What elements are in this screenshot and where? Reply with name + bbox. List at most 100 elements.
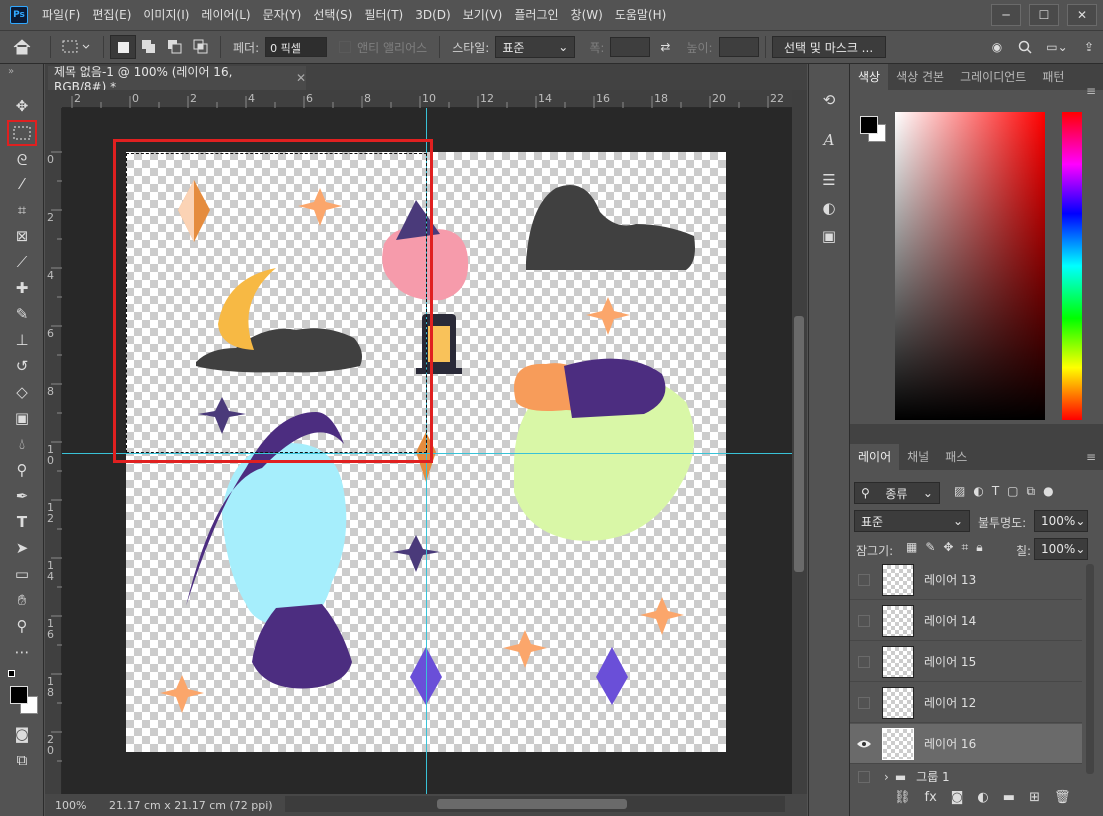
fx-icon[interactable]: fx bbox=[925, 790, 937, 805]
fill-input[interactable]: 100% ⌄ bbox=[1034, 538, 1088, 560]
layer-row[interactable]: 레이어 15 bbox=[850, 642, 1082, 682]
move-tool-icon[interactable]: ✥ bbox=[8, 94, 36, 118]
delete-layer-icon[interactable]: 🗑︎ bbox=[1054, 790, 1071, 805]
color-fg-swatch[interactable] bbox=[860, 116, 878, 134]
pen-tool-icon[interactable]: ✒ bbox=[8, 484, 36, 508]
new-layer-icon[interactable]: ⊞ bbox=[1029, 790, 1040, 805]
maximize-button[interactable]: ☐ bbox=[1029, 4, 1059, 26]
style-select[interactable]: 표준 ⌄ bbox=[495, 36, 576, 58]
rectangular-marquee-tool-icon[interactable] bbox=[7, 120, 37, 146]
close-button[interactable]: ✕ bbox=[1067, 4, 1097, 26]
filter-toggle-icon[interactable]: ● bbox=[1043, 484, 1053, 499]
document-tab[interactable]: 제목 없음-1 @ 100% (레이어 16, RGB/8#) * ✕ bbox=[48, 65, 306, 94]
crop-tool-icon[interactable]: ⌗ bbox=[8, 198, 36, 222]
blend-mode-select[interactable]: 표준 ⌄ bbox=[854, 510, 970, 532]
layers-scrollbar[interactable] bbox=[1086, 564, 1094, 774]
tab-swatches[interactable]: 색상 견본 bbox=[888, 64, 952, 90]
vertical-scroll-thumb[interactable] bbox=[794, 316, 804, 572]
character-panel-icon[interactable]: A bbox=[815, 128, 843, 152]
vertical-scrollbar[interactable] bbox=[792, 90, 807, 794]
layers-menu-icon[interactable]: ≡ bbox=[1086, 450, 1096, 464]
brush-tool-icon[interactable]: ✎ bbox=[8, 302, 36, 326]
marquee-preset-icon[interactable] bbox=[57, 35, 97, 59]
eraser-tool-icon[interactable]: ◇ bbox=[8, 380, 36, 404]
layer-row[interactable]: › ▬ 그룹 1 bbox=[850, 765, 1082, 788]
chevron-right-icon[interactable]: › bbox=[884, 770, 889, 784]
horizontal-scrollbar[interactable] bbox=[285, 796, 785, 812]
lock-position-icon[interactable]: ✥ bbox=[943, 540, 953, 555]
lock-artboard-icon[interactable]: ⌗ bbox=[961, 540, 968, 555]
layer-row[interactable]: 레이어 12 bbox=[850, 683, 1082, 723]
screen-mode-icon[interactable]: ⧉ bbox=[8, 748, 36, 772]
panel-menu-icon[interactable]: ≡ bbox=[1086, 84, 1096, 98]
antialias-checkbox[interactable] bbox=[339, 41, 352, 53]
menu-item[interactable]: 3D(D) bbox=[409, 0, 456, 30]
adjustment-filter-icon[interactable]: ◐ bbox=[973, 484, 983, 499]
workspace-icon[interactable]: ▭⌄ bbox=[1039, 35, 1075, 59]
select-and-mask-button[interactable]: 선택 및 마스크 ... bbox=[771, 36, 886, 58]
more-tools-icon[interactable]: ⋯ bbox=[8, 640, 36, 664]
quick-mask-icon[interactable]: ◙ bbox=[8, 722, 36, 746]
zoom-level[interactable]: 100% bbox=[55, 799, 99, 812]
tab-gradients[interactable]: 그레이디언트 bbox=[952, 64, 1034, 90]
new-group-icon[interactable]: ▬ bbox=[1003, 790, 1015, 805]
smart-filter-icon[interactable]: ⧉ bbox=[1027, 484, 1036, 499]
user-icon[interactable]: ◉ bbox=[983, 35, 1011, 59]
menu-item[interactable]: 레이어(L) bbox=[195, 0, 256, 30]
swap-icon[interactable]: ⇄ bbox=[650, 35, 680, 59]
adjustment-layer-icon[interactable]: ◐ bbox=[977, 790, 988, 805]
visibility-toggle[interactable] bbox=[850, 573, 878, 586]
default-colors-icon[interactable] bbox=[8, 670, 18, 680]
layer-row[interactable]: 레이어 13 bbox=[850, 560, 1082, 600]
visibility-toggle[interactable] bbox=[850, 655, 878, 668]
menu-item[interactable]: 보기(V) bbox=[457, 0, 509, 30]
eyedropper-tool-icon[interactable]: ⟋ bbox=[8, 250, 36, 274]
home-icon[interactable] bbox=[0, 35, 44, 59]
shape-filter-icon[interactable]: ▢ bbox=[1007, 484, 1018, 499]
tab-color[interactable]: 색상 bbox=[850, 64, 889, 90]
healing-brush-tool-icon[interactable]: ✚ bbox=[8, 276, 36, 300]
menu-item[interactable]: 필터(T) bbox=[358, 0, 409, 30]
expand-icon[interactable]: » bbox=[8, 66, 14, 77]
menu-item[interactable]: 도움말(H) bbox=[609, 0, 673, 30]
magic-wand-tool-icon[interactable]: ⁄ bbox=[8, 172, 36, 196]
dodge-tool-icon[interactable]: ⚲ bbox=[8, 458, 36, 482]
color-field[interactable] bbox=[895, 112, 1045, 420]
layer-row[interactable]: 레이어 16 bbox=[850, 724, 1082, 764]
subtract-selection-icon[interactable] bbox=[162, 35, 188, 59]
minimize-button[interactable]: ─ bbox=[991, 4, 1021, 26]
menu-item[interactable]: 플러그인 bbox=[508, 0, 564, 30]
opacity-input[interactable]: 100% ⌄ bbox=[1034, 510, 1088, 532]
search-icon[interactable] bbox=[1011, 35, 1039, 59]
type-filter-icon[interactable]: T bbox=[992, 484, 999, 499]
lock-all-icon[interactable]: 🔒︎ bbox=[976, 540, 982, 555]
close-tab-icon[interactable]: ✕ bbox=[296, 71, 306, 85]
menu-item[interactable]: 문자(Y) bbox=[257, 0, 308, 30]
adjustments-panel-icon[interactable]: ◐ bbox=[815, 196, 843, 220]
lock-transparent-icon[interactable]: ▦ bbox=[906, 540, 917, 555]
menu-item[interactable]: 창(W) bbox=[565, 0, 609, 30]
intersect-selection-icon[interactable] bbox=[188, 35, 214, 59]
lock-image-icon[interactable]: ✎ bbox=[925, 540, 935, 555]
properties-panel-icon[interactable]: ☰ bbox=[815, 168, 843, 192]
history-brush-tool-icon[interactable]: ↺ bbox=[8, 354, 36, 378]
rectangle-tool-icon[interactable]: ▭ bbox=[8, 562, 36, 586]
feather-input[interactable]: 0 픽셀 bbox=[265, 37, 328, 57]
add-to-selection-icon[interactable] bbox=[136, 35, 162, 59]
visibility-toggle[interactable] bbox=[850, 614, 878, 627]
height-input[interactable] bbox=[718, 37, 759, 57]
hue-slider[interactable] bbox=[1062, 112, 1082, 420]
new-selection-icon[interactable] bbox=[110, 35, 136, 59]
menu-item[interactable]: 선택(S) bbox=[307, 0, 358, 30]
menu-item[interactable]: 편집(E) bbox=[86, 0, 137, 30]
tab-channels[interactable]: 채널 bbox=[899, 444, 937, 470]
visibility-toggle[interactable] bbox=[850, 696, 878, 709]
menu-item[interactable]: 이미지(I) bbox=[137, 0, 195, 30]
gradient-tool-icon[interactable]: ▣ bbox=[8, 406, 36, 430]
share-icon[interactable]: ⇪ bbox=[1075, 35, 1103, 59]
width-input[interactable] bbox=[610, 37, 651, 57]
horizontal-scroll-thumb[interactable] bbox=[437, 799, 627, 809]
layer-row[interactable]: 레이어 14 bbox=[850, 601, 1082, 641]
menu-item[interactable]: 파일(F) bbox=[36, 0, 86, 30]
add-mask-icon[interactable]: ◙ bbox=[951, 790, 964, 805]
